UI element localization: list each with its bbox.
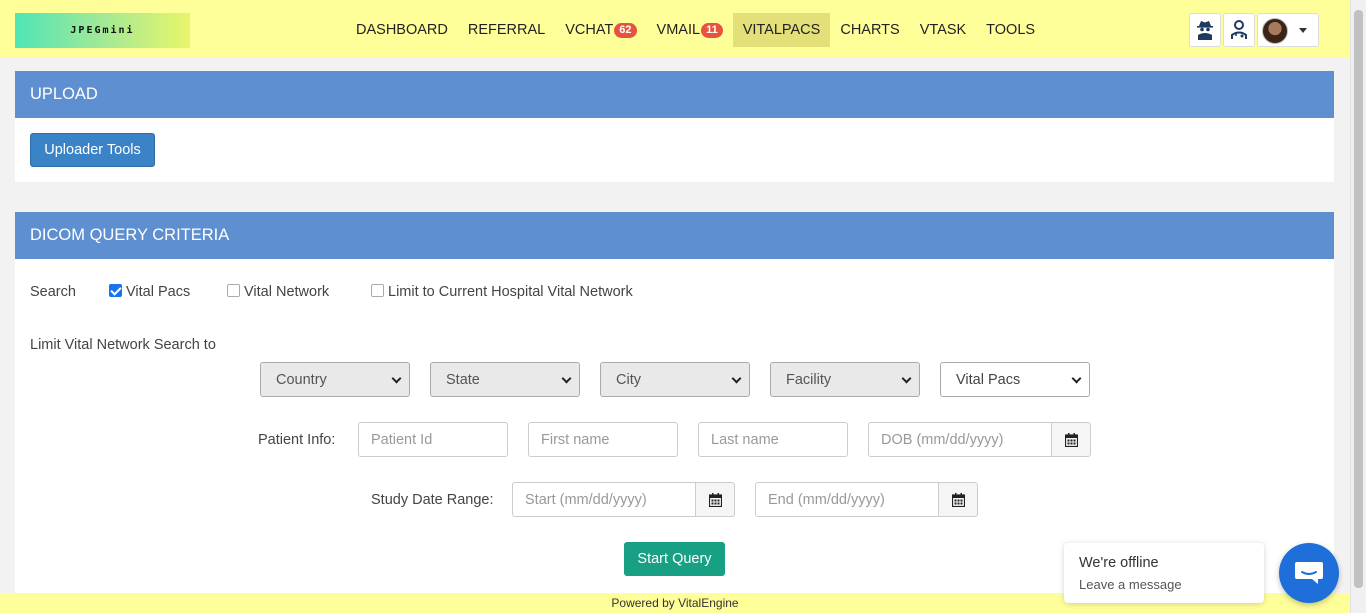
patient-info-label: Patient Info: [258,432,336,448]
upload-panel-title: UPLOAD [15,71,1334,118]
calendar-icon [951,492,965,507]
nav-tools[interactable]: TOOLS [976,13,1045,47]
vmail-count-badge: 11 [701,22,723,38]
avatar [1262,18,1288,44]
nav-vmail[interactable]: VMAIL 11 [647,13,733,47]
limit-hospital-checkbox[interactable] [371,284,384,297]
vchat-count-badge: 62 [614,22,637,38]
dicom-panel-title: DICOM QUERY CRITERIA [15,212,1334,259]
patient-id-input[interactable]: Patient Id [358,422,508,457]
nav-vchat-label: VCHAT [565,22,614,38]
nav-referral-label: REFERRAL [467,22,546,38]
dicom-query-panel: DICOM QUERY CRITERIA Search Vital Pacs V… [15,212,1334,593]
nav-dashboard[interactable]: DASHBOARD [346,13,458,47]
chat-launcher-button[interactable] [1279,543,1339,603]
chat-icon [1295,562,1323,584]
facility-select[interactable]: Facility [770,362,920,397]
page-scrollbar[interactable] [1350,0,1366,613]
vital-pacs-checkbox[interactable] [109,284,122,297]
last-name-input[interactable]: Last name [698,422,848,457]
logo[interactable]: JPEGmini [15,13,190,48]
user-menu-dropdown[interactable] [1257,13,1319,47]
nav-dashboard-label: DASHBOARD [356,22,448,38]
vital-network-checkbox[interactable] [227,284,240,297]
city-select-value: City [616,371,641,388]
chevron-down-icon [561,373,572,384]
country-select[interactable]: Country [260,362,410,397]
nav-charts[interactable]: CHARTS [830,13,909,47]
chat-status-subtitle: Leave a message [1079,577,1182,592]
chevron-down-icon [391,373,402,384]
chevron-down-icon [731,373,742,384]
limit-network-label: Limit Vital Network Search to [30,337,216,353]
source-select[interactable]: Vital Pacs [940,362,1090,397]
nav-tools-label: TOOLS [986,22,1036,38]
spy-agent-button[interactable] [1189,13,1221,47]
nav-vmail-label: VMAIL [656,22,701,38]
main-nav: DASHBOARD REFERRAL VCHAT 62 VMAIL 11 VITAL… [346,13,1045,47]
top-navbar: JPEGmini DASHBOARD REFERRAL VCHAT 62 VMAI… [0,0,1350,57]
calendar-icon [1064,432,1078,447]
logo-text: JPEGmini [70,25,135,36]
first-name-input[interactable]: First name [528,422,678,457]
limit-hospital-label: Limit to Current Hospital Vital Network [388,284,633,300]
study-end-input[interactable]: End (mm/dd/yyyy) [755,482,939,517]
start-calendar-button[interactable] [695,482,735,517]
dob-calendar-button[interactable] [1051,422,1091,457]
city-select[interactable]: City [600,362,750,397]
uploader-tools-button[interactable]: Uploader Tools [30,133,155,167]
nav-vitalpacs[interactable]: VITALPACS [732,13,831,47]
vital-pacs-label: Vital Pacs [126,284,191,300]
nav-vtask-label: VTASK [919,22,967,38]
country-select-value: Country [276,371,327,388]
state-select[interactable]: State [430,362,580,397]
spy-agent-icon [1197,21,1213,40]
state-select-value: State [446,371,480,388]
nav-referral[interactable]: REFERRAL [458,13,555,47]
search-label: Search [30,284,76,300]
facility-select-value: Facility [786,371,832,388]
chevron-down-icon [901,373,912,384]
study-start-input[interactable]: Start (mm/dd/yyyy) [512,482,696,517]
chevron-down-icon [1299,28,1307,33]
doctor-icon [1231,20,1247,39]
nav-vitalpacs-label: VITALPACS [742,22,821,38]
vital-network-label: Vital Network [244,284,330,300]
doctor-button[interactable] [1223,13,1255,47]
nav-vchat[interactable]: VCHAT 62 [555,13,646,47]
scrollbar-thumb[interactable] [1354,10,1363,588]
source-select-value: Vital Pacs [956,371,1021,388]
nav-charts-label: CHARTS [840,22,900,38]
end-calendar-button[interactable] [938,482,978,517]
chat-status-title: We're offline [1079,555,1159,571]
start-query-button[interactable]: Start Query [624,542,725,576]
study-date-label: Study Date Range: [371,492,494,508]
chat-offline-bubble[interactable]: We're offline Leave a message [1064,543,1264,603]
upload-panel: UPLOAD Uploader Tools [15,71,1334,182]
calendar-icon [708,492,722,507]
dob-input[interactable]: DOB (mm/dd/yyyy) [868,422,1052,457]
chevron-down-icon [1071,373,1082,384]
nav-vtask[interactable]: VTASK [910,13,976,47]
